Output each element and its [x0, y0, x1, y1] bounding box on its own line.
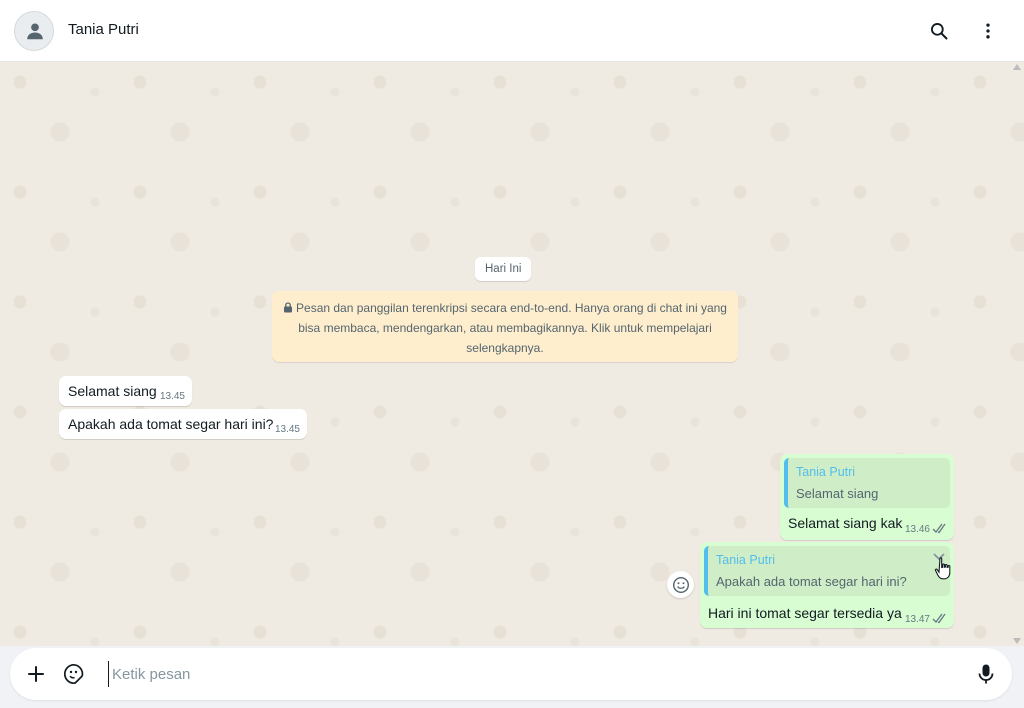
message-text: Hari ini tomat segar tersedia ya	[708, 605, 902, 621]
compose-box	[10, 648, 1012, 700]
menu-button[interactable]	[973, 16, 1003, 46]
double-check-icon	[932, 613, 946, 624]
voice-message-button[interactable]	[972, 660, 1000, 688]
sticker-icon	[63, 663, 84, 685]
hand-cursor-icon	[934, 557, 951, 580]
search-button[interactable]	[924, 16, 954, 46]
incoming-message[interactable]: Selamat siang 13.45	[59, 376, 192, 406]
message-text: Selamat siang kak	[788, 515, 903, 531]
chat-area[interactable]: Hari Ini Pesan dan panggilan terenkripsi…	[0, 62, 1024, 646]
outgoing-message[interactable]: Tania Putri Apakah ada tomat segar hari …	[700, 542, 954, 628]
chat-header: Tania Putri	[0, 0, 1024, 62]
plus-icon	[28, 666, 44, 682]
message-time: 13.45	[159, 391, 185, 402]
lock-icon	[284, 302, 293, 313]
message-time: 13.47	[904, 614, 930, 625]
encryption-notice[interactable]: Pesan dan panggilan terenkripsi secara e…	[272, 291, 738, 362]
search-icon	[931, 23, 948, 40]
quoted-reply[interactable]: Tania Putri Selamat siang	[784, 458, 950, 508]
scroll-up-arrow[interactable]	[1013, 64, 1021, 70]
message-time: 13.46	[904, 524, 930, 535]
date-chip: Hari Ini	[475, 257, 532, 281]
message-input[interactable]	[108, 661, 968, 687]
quoted-sender: Tania Putri	[796, 465, 856, 479]
contact-avatar[interactable]	[14, 11, 54, 51]
quoted-reply[interactable]: Tania Putri Apakah ada tomat segar hari …	[704, 546, 950, 596]
react-button[interactable]	[667, 571, 694, 598]
double-check-icon	[932, 523, 946, 534]
message-text: Apakah ada tomat segar hari ini?	[68, 416, 274, 432]
message-text: Selamat siang	[68, 383, 157, 399]
outgoing-message[interactable]: Tania Putri Selamat siang Selamat siang …	[780, 454, 954, 540]
person-icon	[27, 23, 43, 40]
quoted-text: Apakah ada tomat segar hari ini?	[716, 574, 907, 589]
attach-button[interactable]	[22, 660, 50, 688]
incoming-message[interactable]: Apakah ada tomat segar hari ini? 13.45	[59, 409, 307, 439]
quoted-text: Selamat siang	[796, 486, 879, 501]
message-time: 13.45	[274, 424, 300, 435]
microphone-icon	[978, 664, 994, 684]
scroll-down-arrow[interactable]	[1013, 638, 1021, 644]
composer-bar	[0, 646, 1024, 708]
contact-name[interactable]: Tania Putri	[68, 21, 139, 38]
more-vertical-icon	[986, 23, 990, 39]
emoji-icon	[672, 576, 689, 593]
quoted-sender: Tania Putri	[716, 553, 776, 567]
sticker-button[interactable]	[60, 660, 88, 688]
encryption-notice-text: Pesan dan panggilan terenkripsi secara e…	[296, 301, 727, 355]
